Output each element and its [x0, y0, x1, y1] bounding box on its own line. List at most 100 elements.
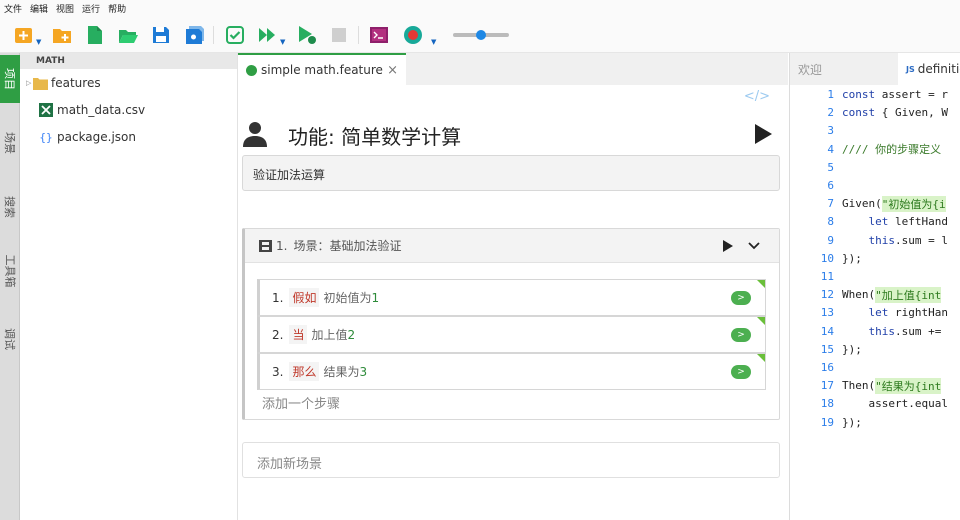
scenario-card: 1. 场景：基础加法验证 1. 假如 初始值为 1 > 2. 当 加上值 2 > 3… [242, 228, 780, 420]
code-view-icon[interactable]: </> [744, 89, 770, 104]
tab-definitions[interactable]: JS definitions [898, 53, 960, 85]
code-token: "加上值{int [875, 286, 942, 303]
chevron-down-icon[interactable] [747, 239, 761, 253]
code-token: .sum = l [895, 233, 948, 247]
code-token: const [842, 88, 876, 101]
code-line: 11 [790, 268, 960, 285]
step-number: 1. [272, 290, 284, 305]
step-row[interactable]: 3. 那么 结果为 3 > [257, 353, 766, 390]
code-line: 10}); [790, 250, 960, 267]
step-corner-marker [757, 280, 765, 288]
new-dropdown-icon[interactable]: ▼ [36, 38, 41, 46]
tab-label: definitions [917, 62, 960, 76]
save-all-icon[interactable] [185, 25, 205, 45]
close-icon[interactable]: × [387, 63, 398, 78]
code-token: { Given, W [875, 106, 948, 120]
new-file-icon[interactable] [85, 25, 105, 45]
step-row[interactable]: 1. 假如 初始值为 1 > [257, 279, 766, 316]
code-token: Then( [842, 379, 876, 393]
run-icon[interactable] [297, 25, 317, 45]
line-number: 13 [820, 306, 834, 320]
record-dropdown-icon[interactable]: ▼ [431, 38, 436, 46]
save-icon[interactable] [151, 25, 171, 45]
menu-help[interactable]: 帮助 [108, 2, 126, 15]
line-number: 14 [820, 324, 834, 338]
code-line: 19}); [790, 414, 960, 431]
toolbar: ▼ ▼ ▼ [0, 17, 960, 53]
feature-editor: </> 功能: 简单数学计算 验证加法运算 1. 场景：基础加法验证 1. 假如… [238, 85, 788, 520]
terminal-icon[interactable] [369, 25, 389, 45]
tree-item-features[interactable]: ▷ features [20, 73, 101, 93]
step-text: 结果为 [323, 365, 360, 379]
code-token: .sum += [895, 324, 948, 338]
line-number: 8 [827, 215, 834, 229]
scenario-title: 场景：基础加法验证 [293, 239, 402, 253]
code-line: 8 let leftHand [790, 213, 960, 230]
code-token: "初始值为{i [881, 195, 946, 212]
go-to-definition-button[interactable]: > [731, 365, 751, 379]
feature-description[interactable]: 验证加法运算 [242, 155, 780, 191]
run-dropdown-icon[interactable]: ▼ [280, 38, 285, 46]
check-icon[interactable] [225, 25, 245, 45]
menu-run[interactable]: 运行 [82, 2, 100, 15]
zoom-slider[interactable] [453, 30, 509, 40]
run-feature-icon[interactable] [752, 123, 774, 145]
run-scenario-icon[interactable] [721, 239, 735, 253]
tree-item-package-json[interactable]: {} package.json [20, 127, 136, 147]
file-explorer: MATH ▷ features math_data.csv {} package… [20, 53, 238, 520]
code-token: Given( [842, 197, 882, 211]
line-number: 1 [827, 88, 834, 101]
line-number: 11 [820, 270, 834, 283]
step-corner-marker [757, 354, 765, 362]
step-number: 3. [272, 364, 284, 379]
code-token: let [868, 306, 889, 320]
chevron-right-icon[interactable]: ▷ [20, 79, 32, 87]
step-text: 初始值为 [323, 291, 372, 305]
side-tab-search[interactable]: 搜索 [0, 183, 20, 231]
json-file-icon: {} [39, 130, 53, 144]
code-line: 5 [790, 159, 960, 176]
code-line: 1 const assert = r [790, 86, 960, 103]
menu-view[interactable]: 视图 [56, 2, 74, 15]
code-token: this [868, 324, 896, 338]
new-icon[interactable] [14, 25, 34, 45]
side-tab-debug[interactable]: 调试 [0, 315, 20, 363]
open-folder-icon[interactable] [118, 25, 138, 45]
menu-bar: 文件 编辑 视图 运行 帮助 [0, 0, 960, 17]
run-all-icon[interactable] [258, 25, 278, 45]
slider-thumb[interactable] [476, 30, 486, 40]
code-token: }); [842, 415, 862, 429]
line-number: 6 [827, 179, 834, 192]
step-keyword: 当 [289, 325, 308, 344]
tree-item-label: features [51, 76, 101, 90]
line-number: 18 [820, 397, 834, 411]
new-folder-icon[interactable] [52, 25, 72, 45]
menu-file[interactable]: 文件 [4, 2, 22, 15]
feature-title[interactable]: 功能: 简单数学计算 [288, 121, 461, 150]
menu-edit[interactable]: 编辑 [30, 2, 48, 15]
go-to-definition-button[interactable]: > [731, 291, 751, 305]
code-editor[interactable]: 1 const assert = r 2 const { Given, W 3 4 ////… [789, 85, 960, 520]
side-tab-toolbox[interactable]: 工具箱 [0, 247, 20, 295]
stop-icon[interactable] [329, 25, 349, 45]
add-scenario-button[interactable]: 添加新场景 [242, 442, 780, 478]
code-line: 9 this .sum = l [790, 232, 960, 249]
add-step-button[interactable]: 添加一个步骤 [262, 393, 340, 412]
go-to-definition-button[interactable]: > [731, 328, 751, 342]
step-row[interactable]: 2. 当 加上值 2 > [257, 316, 766, 353]
side-tab-project[interactable]: 项目 [0, 55, 20, 103]
code-line: 6 [790, 177, 960, 194]
tab-simple-math-feature[interactable]: simple math.feature × [238, 53, 406, 85]
editor-tab-bar: simple math.feature × [238, 53, 788, 85]
tree-item-math-data[interactable]: math_data.csv [20, 100, 145, 120]
code-line: 2 const { Given, W [790, 104, 960, 121]
side-tab-scenario[interactable]: 场景 [0, 119, 20, 167]
tab-welcome[interactable]: 欢迎 [798, 61, 822, 78]
scenario-number: 1. [276, 238, 288, 253]
code-token: rightHan [888, 306, 948, 320]
scenario-header[interactable]: 1. 场景：基础加法验证 [245, 229, 779, 263]
code-line: 3 [790, 122, 960, 139]
record-icon[interactable] [403, 25, 423, 45]
